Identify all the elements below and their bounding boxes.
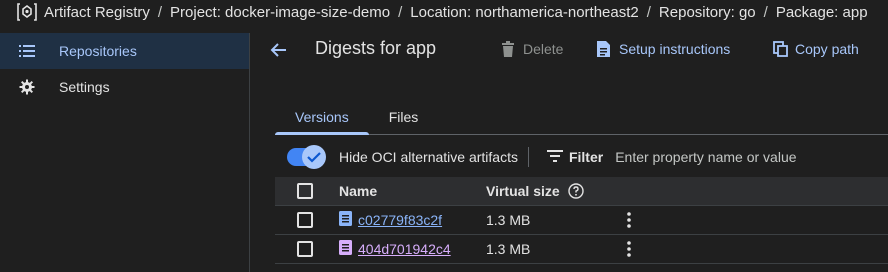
more-vert-icon[interactable] <box>619 241 639 257</box>
gear-icon <box>18 78 36 96</box>
select-all-checkbox[interactable] <box>297 183 313 199</box>
sidebar-item-repositories[interactable]: Repositories <box>0 33 249 69</box>
breadcrumb-separator: / <box>763 3 768 21</box>
hide-oci-toggle[interactable] <box>287 145 326 169</box>
copy-path-label: Copy path <box>795 41 859 57</box>
filter-bar: Hide OCI alternative artifacts Filter <box>275 143 888 171</box>
delete-label: Delete <box>523 41 564 57</box>
column-header-virtual-size-label: Virtual size <box>486 183 560 199</box>
row-checkbox[interactable] <box>297 212 313 228</box>
page-title: Digests for app <box>315 38 437 58</box>
filter-icon <box>546 149 563 165</box>
breadcrumb-separator: / <box>646 3 651 21</box>
virtual-size-cell: 1.3 MB <box>486 212 531 228</box>
virtual-size-cell: 1.3 MB <box>486 241 531 257</box>
column-header-name[interactable]: Name <box>339 183 377 199</box>
digest-link[interactable]: c02779f83c2f <box>358 212 442 228</box>
artifact-registry-logo-icon <box>16 1 38 23</box>
table-row: 404d701942c4 1.3 MB <box>275 235 888 264</box>
row-checkbox[interactable] <box>297 241 313 257</box>
copy-icon <box>773 41 789 57</box>
list-icon <box>18 42 36 60</box>
table-row: c02779f83c2f 1.3 MB <box>275 206 888 235</box>
delete-button[interactable]: Delete <box>501 41 563 57</box>
filter-input[interactable] <box>615 149 836 165</box>
versions-table: Name Virtual size c02779f83c2f 1.3 MB 40… <box>275 177 888 264</box>
more-vert-icon[interactable] <box>619 212 639 228</box>
back-arrow-icon[interactable] <box>268 39 290 61</box>
tab-bar: Versions Files <box>275 99 888 135</box>
breadcrumb-item-artifact-registry[interactable]: Artifact Registry <box>44 4 150 21</box>
digest-file-icon <box>339 240 352 258</box>
setup-instructions-button[interactable]: Setup instructions <box>597 41 730 57</box>
checkmark-icon <box>302 145 326 169</box>
breadcrumb-item-repository[interactable]: Repository: go <box>659 4 756 21</box>
help-icon[interactable] <box>567 183 584 199</box>
breadcrumb: Artifact Registry / Project: docker-imag… <box>0 0 888 24</box>
column-header-virtual-size[interactable]: Virtual size <box>486 183 584 199</box>
setup-instructions-label: Setup instructions <box>619 41 731 57</box>
digest-cell: 404d701942c4 <box>339 240 451 258</box>
main-content: Digests for app Delete Setup instruction… <box>251 33 888 272</box>
breadcrumb-item-location[interactable]: Location: northamerica-northeast2 <box>410 4 638 21</box>
sidebar-item-settings[interactable]: Settings <box>0 69 249 105</box>
breadcrumb-separator: / <box>157 3 163 21</box>
tab-files[interactable]: Files <box>369 99 439 134</box>
digest-file-icon <box>339 211 352 229</box>
copy-path-button[interactable]: Copy path <box>773 41 859 57</box>
digest-link[interactable]: 404d701942c4 <box>358 241 451 257</box>
breadcrumb-item-project[interactable]: Project: docker-image-size-demo <box>170 4 390 21</box>
sidebar: Repositories Settings <box>0 33 250 272</box>
filter-label: Filter <box>568 149 604 165</box>
digest-cell: c02779f83c2f <box>339 211 442 229</box>
tab-versions[interactable]: Versions <box>275 99 369 135</box>
divider <box>527 147 529 167</box>
table-header: Name Virtual size <box>275 177 888 206</box>
breadcrumb-separator: / <box>398 3 403 21</box>
hide-oci-label: Hide OCI alternative artifacts <box>339 149 518 165</box>
sidebar-item-label: Settings <box>59 79 110 95</box>
document-icon <box>597 41 613 57</box>
trash-icon <box>501 41 517 57</box>
breadcrumb-item-package: Package: app <box>775 3 868 21</box>
sidebar-item-label: Repositories <box>59 43 137 59</box>
